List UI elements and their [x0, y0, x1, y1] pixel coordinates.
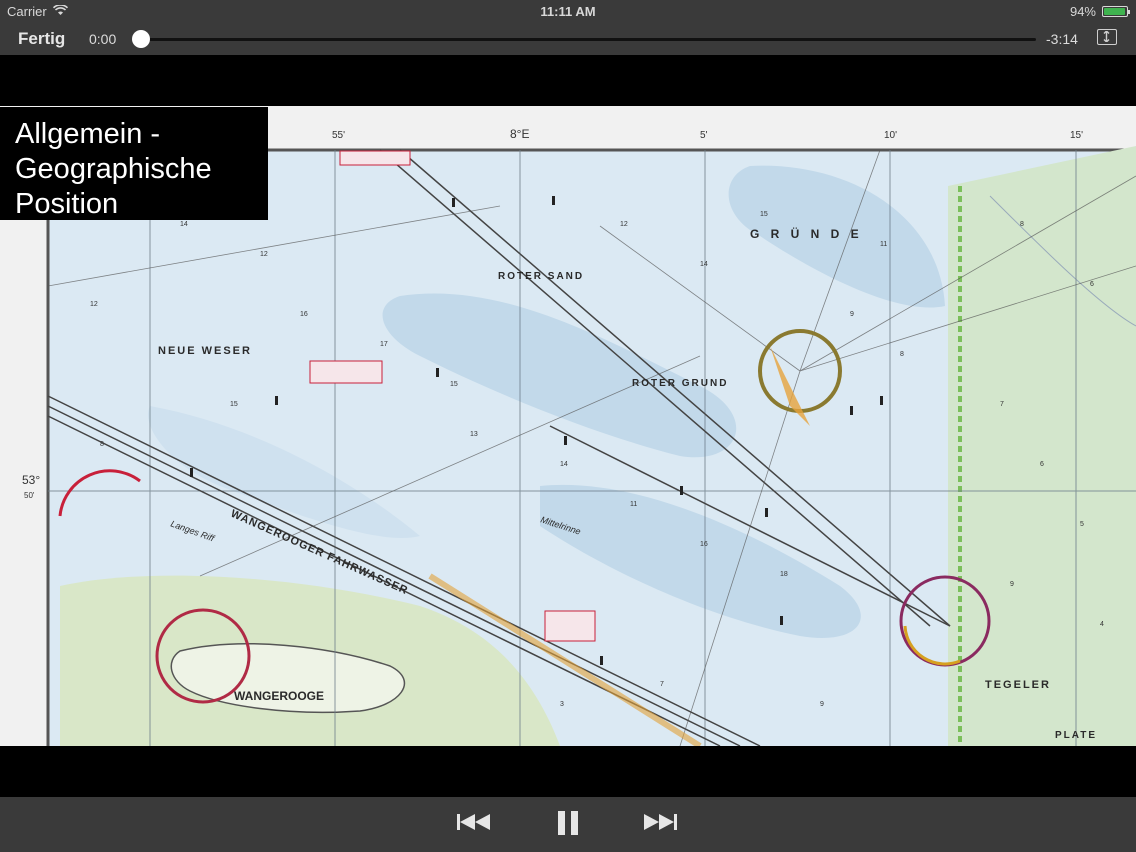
title-line-2: Geographische [15, 153, 212, 185]
scrubber-thumb[interactable] [132, 30, 150, 48]
skip-back-icon [457, 814, 490, 830]
svg-text:5: 5 [1080, 521, 1084, 528]
svg-text:15: 15 [760, 211, 768, 218]
title-line-1: Allgemein - [15, 118, 161, 150]
svg-text:9: 9 [1010, 581, 1014, 588]
battery-icon [1102, 6, 1130, 17]
clock: 11:11 AM [540, 4, 596, 19]
label-roter-sand: ROTER SAND [498, 271, 584, 282]
label-tegeler: TEGELER [985, 679, 1051, 691]
svg-text:16: 16 [300, 311, 308, 318]
previous-track-button[interactable] [456, 811, 492, 838]
svg-text:12: 12 [620, 221, 628, 228]
svg-text:3: 3 [560, 701, 564, 708]
battery-fill [1104, 8, 1125, 15]
lat-label-50: 50' [24, 491, 35, 500]
svg-text:15: 15 [450, 381, 458, 388]
next-track-button[interactable] [643, 811, 679, 838]
svg-text:8: 8 [1020, 221, 1024, 228]
svg-text:7: 7 [1000, 401, 1004, 408]
label-roter-grund: ROTER GRUND [632, 378, 728, 389]
lon-label-5: 5' [700, 130, 708, 141]
resize-icon [1103, 31, 1110, 42]
lon-label-10: 10' [884, 130, 897, 141]
elapsed-time: 0:00 [89, 31, 117, 47]
svg-text:6: 6 [1090, 281, 1094, 288]
svg-text:8: 8 [900, 351, 904, 358]
svg-text:14: 14 [560, 461, 568, 468]
label-plate: PLATE [1055, 730, 1097, 741]
video-title-overlay: Allgemein - Geographische Position [0, 107, 268, 220]
svg-text:4: 4 [1100, 621, 1104, 628]
svg-text:18: 18 [780, 571, 788, 578]
label-neue-weser: NEUE WESER [158, 345, 252, 357]
done-button[interactable]: Fertig [18, 29, 65, 49]
land-east [948, 146, 1136, 746]
svg-text:12: 12 [90, 301, 98, 308]
svg-text:8: 8 [100, 441, 104, 448]
pause-icon [558, 811, 578, 835]
svg-text:9: 9 [820, 701, 824, 708]
fullscreen-toggle-button[interactable] [1097, 29, 1117, 45]
svg-text:9: 9 [850, 311, 854, 318]
restricted-area-note [309, 360, 383, 384]
svg-text:15: 15 [230, 401, 238, 408]
label-gruende: G R Ü N D E [750, 226, 863, 241]
svg-text:13: 13 [470, 431, 478, 438]
svg-text:14: 14 [180, 221, 188, 228]
svg-text:11: 11 [880, 241, 887, 248]
svg-text:7: 7 [660, 681, 664, 688]
svg-text:14: 14 [700, 261, 708, 268]
lat-label-53: 53° [22, 473, 40, 487]
label-wangerooge: WANGEROOGE [234, 689, 324, 703]
lon-label-55: 55' [332, 130, 345, 141]
title-line-3: Position [15, 188, 119, 220]
lon-label-15: 15' [1070, 130, 1083, 141]
pause-button[interactable] [556, 810, 580, 841]
remaining-time: -3:14 [1046, 31, 1078, 47]
svg-text:17: 17 [380, 341, 388, 348]
traffic-note [339, 150, 411, 166]
svg-text:11: 11 [630, 501, 637, 508]
svg-text:16: 16 [700, 541, 708, 548]
svg-text:12: 12 [260, 251, 268, 258]
player-top-bar: Fertig 0:00 -3:14 [0, 22, 1136, 55]
scrubber-track[interactable] [136, 38, 1036, 41]
status-bar: Carrier 11:11 AM 94% [0, 0, 1136, 22]
battery-percent: 94% [1069, 4, 1096, 19]
svg-text:6: 6 [1040, 461, 1044, 468]
skip-forward-icon [644, 814, 677, 830]
lon-label-8e: 8°E [510, 127, 529, 141]
status-right: 94% [1069, 4, 1130, 19]
player-bottom-bar [0, 797, 1136, 852]
notice-box [544, 610, 596, 642]
